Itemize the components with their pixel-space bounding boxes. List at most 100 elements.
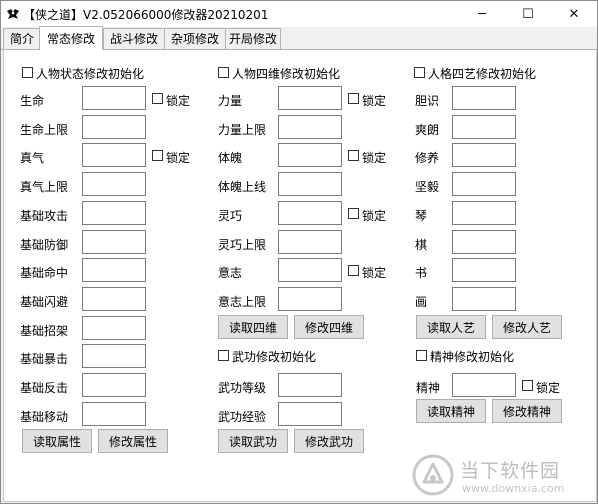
qi-input[interactable] <box>82 143 146 167</box>
martial-exp-input[interactable] <box>278 402 342 426</box>
physique-lock-label: 锁定 <box>362 151 387 165</box>
field-label-spirit: 精神 <box>416 381 441 395</box>
field-label-calligraphy: 书 <box>415 266 428 280</box>
hp-lock-checkbox[interactable] <box>152 93 163 104</box>
field-label-base-dodge: 基础闪避 <box>20 295 69 309</box>
physique-input[interactable] <box>278 143 342 167</box>
spirit-init-label: 精神修改初始化 <box>430 350 515 364</box>
will-input[interactable] <box>278 258 342 282</box>
field-label-agility: 灵巧 <box>218 209 243 223</box>
spirit-lock-checkbox[interactable] <box>522 380 533 391</box>
field-label-base-attack: 基础攻击 <box>20 209 69 223</box>
field-label-base-hit: 基础命中 <box>20 266 69 280</box>
calligraphy-input[interactable] <box>452 258 516 282</box>
close-icon: ✕ <box>568 6 580 22</box>
martial-init-checkbox[interactable] <box>218 350 229 361</box>
strength-lock-checkbox[interactable] <box>348 93 359 104</box>
agility-lock-checkbox[interactable] <box>348 208 359 219</box>
field-label-cultivation: 修养 <box>415 151 440 165</box>
hp-lock-label: 锁定 <box>166 94 191 108</box>
field-label-agility-max: 灵巧上限 <box>218 238 267 252</box>
persona-init-label: 人格四艺修改初始化 <box>428 67 537 81</box>
app-window: 【侠之道】V2.052066000修改器20210201 ─ ☐ ✕ 简介 常态… <box>0 0 598 504</box>
base-dodge-input[interactable] <box>82 287 146 311</box>
will-max-input[interactable] <box>278 287 342 311</box>
status-init-checkbox[interactable] <box>22 67 33 78</box>
field-label-physique: 体魄 <box>218 151 243 165</box>
read-fourdim-button[interactable]: 读取四维 <box>218 315 288 339</box>
app-logo-icon <box>7 9 19 19</box>
painting-input[interactable] <box>452 287 516 311</box>
watermark-url: www.downxia.com <box>462 482 565 495</box>
perseverance-input[interactable] <box>452 172 516 196</box>
base-attack-input[interactable] <box>82 201 146 225</box>
fourdim-init-checkbox[interactable] <box>218 67 229 78</box>
window-title: 【侠之道】V2.052066000修改器20210201 <box>23 8 269 22</box>
maximize-button[interactable]: ☐ <box>505 1 551 27</box>
chess-input[interactable] <box>452 230 516 254</box>
base-crit-input[interactable] <box>82 344 146 368</box>
field-label-hp: 生命 <box>20 94 45 108</box>
spirit-input[interactable] <box>452 373 516 397</box>
tab-intro[interactable]: 简介 <box>3 28 41 49</box>
hp-input[interactable] <box>82 86 146 110</box>
qin-input[interactable] <box>452 201 516 225</box>
martial-level-input[interactable] <box>278 373 342 397</box>
qi-lock-label: 锁定 <box>166 151 191 165</box>
tab-battle-modify[interactable]: 战斗修改 <box>103 28 165 49</box>
modify-martial-button[interactable]: 修改武功 <box>294 429 364 453</box>
base-counter-input[interactable] <box>82 373 146 397</box>
strength-lock-label: 锁定 <box>362 94 387 108</box>
base-parry-input[interactable] <box>82 316 146 340</box>
field-label-painting: 画 <box>415 295 428 309</box>
tab-strip: 简介 常态修改 战斗修改 杂项修改 开局修改 <box>1 26 597 50</box>
base-defense-input[interactable] <box>82 230 146 254</box>
field-label-physique-max: 体魄上线 <box>218 180 267 194</box>
field-label-qi: 真气 <box>20 151 45 165</box>
minimize-button[interactable]: ─ <box>459 1 505 27</box>
qi-lock-checkbox[interactable] <box>152 150 163 161</box>
base-hit-input[interactable] <box>82 258 146 282</box>
strength-input[interactable] <box>278 86 342 110</box>
tab-normal-modify[interactable]: 常态修改 <box>39 26 103 50</box>
will-lock-checkbox[interactable] <box>348 265 359 276</box>
base-move-input[interactable] <box>82 402 146 426</box>
field-label-qin: 琴 <box>415 209 428 223</box>
field-label-martial-level: 武功等级 <box>218 381 267 395</box>
watermark: 当下软件园 www.downxia.com <box>412 452 594 500</box>
field-label-base-defense: 基础防御 <box>20 238 69 252</box>
tab-misc-modify[interactable]: 杂项修改 <box>164 28 226 49</box>
read-attributes-button[interactable]: 读取属性 <box>22 429 92 453</box>
field-label-strength-max: 力量上限 <box>218 123 267 137</box>
cultivation-input[interactable] <box>452 143 516 167</box>
read-spirit-button[interactable]: 读取精神 <box>416 399 486 423</box>
modify-persona-button[interactable]: 修改人艺 <box>492 315 562 339</box>
persona-init-checkbox[interactable] <box>414 67 425 78</box>
modify-fourdim-button[interactable]: 修改四维 <box>294 315 364 339</box>
field-label-will-max: 意志上限 <box>218 295 267 309</box>
tab-start-modify[interactable]: 开局修改 <box>225 28 281 49</box>
tab-panel: 人物状态修改初始化 生命 锁定 生命上限 真气 锁定 真气上限 基础攻击 基础防… <box>3 50 597 502</box>
physique-lock-checkbox[interactable] <box>348 150 359 161</box>
spirit-init-checkbox[interactable] <box>416 350 427 361</box>
close-button[interactable]: ✕ <box>551 1 597 27</box>
strength-max-input[interactable] <box>278 115 342 139</box>
read-persona-button[interactable]: 读取人艺 <box>416 315 486 339</box>
title-bar[interactable]: 【侠之道】V2.052066000修改器20210201 ─ ☐ ✕ <box>1 1 597 27</box>
read-martial-button[interactable]: 读取武功 <box>218 429 288 453</box>
field-label-base-move: 基础移动 <box>20 410 69 424</box>
qi-max-input[interactable] <box>82 172 146 196</box>
cheerful-input[interactable] <box>452 115 516 139</box>
modify-spirit-button[interactable]: 修改精神 <box>492 399 562 423</box>
field-label-courage: 胆识 <box>415 94 440 108</box>
physique-max-input[interactable] <box>278 172 342 196</box>
courage-input[interactable] <box>452 86 516 110</box>
field-label-qi-chess: 棋 <box>415 238 428 252</box>
modify-attributes-button[interactable]: 修改属性 <box>98 429 168 453</box>
downxia-logo-icon <box>412 454 454 496</box>
field-label-base-parry: 基础招架 <box>20 324 69 338</box>
agility-max-input[interactable] <box>278 230 342 254</box>
hp-max-input[interactable] <box>82 115 146 139</box>
agility-input[interactable] <box>278 201 342 225</box>
field-label-cheerful: 爽朗 <box>415 123 440 137</box>
